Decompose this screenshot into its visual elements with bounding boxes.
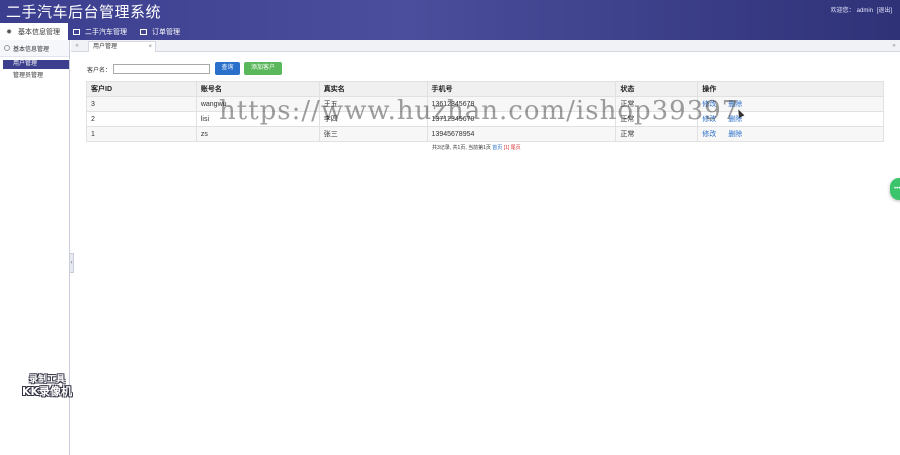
- column-header: 操作: [697, 81, 884, 97]
- cell-realname: 李四: [318, 111, 428, 127]
- gear-icon: ✹: [6, 27, 12, 36]
- circle-icon: [4, 45, 10, 51]
- column-header: 客户ID: [86, 81, 197, 97]
- cell-status: 正常: [615, 111, 699, 127]
- username: admin: [856, 8, 873, 14]
- edit-link[interactable]: 修改: [702, 101, 716, 108]
- logout-link[interactable]: [退出]: [877, 8, 892, 14]
- cell-status: 正常: [615, 96, 699, 112]
- cell-id: 1: [86, 126, 197, 142]
- pagination: 共3记录, 共1页, 当前第1页 首页 [1] 尾页: [432, 144, 521, 151]
- cell-actions: 修改 删除: [697, 111, 884, 127]
- cell-id: 3: [86, 96, 197, 112]
- customer-name-input[interactable]: [113, 64, 210, 74]
- welcome-text: 欢迎您：: [830, 8, 855, 14]
- cell-realname: 张三: [318, 126, 428, 142]
- table-header-row: 客户ID 账号名 真实名 手机号 状态 操作: [86, 81, 884, 97]
- nav-tab-cars[interactable]: 二手汽车管理: [68, 23, 135, 40]
- cell-account: zs: [195, 126, 320, 142]
- main-nav: ✹ 基本信息管理 二手汽车管理 订单管理: [0, 23, 188, 40]
- current-page[interactable]: [1]: [504, 145, 510, 151]
- scroll-left-icon[interactable]: «: [73, 42, 81, 50]
- edit-link[interactable]: 修改: [702, 116, 716, 123]
- cell-phone: 13612345678: [426, 96, 617, 112]
- sidebar-title: 基本信息管理: [13, 46, 50, 53]
- scroll-right-icon[interactable]: »: [890, 42, 898, 50]
- sidebar-item-admins[interactable]: 管理员管理: [3, 72, 69, 81]
- cell-phone: 13712345670: [426, 111, 617, 127]
- list-icon: [73, 28, 80, 35]
- delete-link[interactable]: 删除: [728, 131, 742, 138]
- tab-user-management[interactable]: 用户管理 ×: [88, 41, 156, 52]
- nav-tab-orders[interactable]: 订单管理: [135, 23, 188, 40]
- cell-status: 正常: [615, 126, 699, 142]
- column-header: 状态: [615, 81, 699, 97]
- cell-account: wangwu: [195, 96, 320, 112]
- content-tab-strip: « 用户管理 × »: [71, 40, 900, 52]
- last-page-link[interactable]: 尾页: [511, 145, 521, 151]
- cell-id: 2: [86, 111, 197, 127]
- customer-table: 客户ID 账号名 真实名 手机号 状态 操作 3 wangwu 王五 13612…: [86, 81, 884, 142]
- cell-realname: 王五: [318, 96, 428, 112]
- nav-tab-basic-info[interactable]: ✹ 基本信息管理: [0, 23, 68, 40]
- cell-actions: 修改 删除: [697, 126, 884, 142]
- sidebar-header[interactable]: 基本信息管理: [0, 40, 69, 57]
- top-header: 二手汽车后台管理系统 欢迎您： admin [退出] ✹ 基本信息管理 二手汽车管…: [0, 0, 900, 40]
- list-icon: [140, 28, 147, 35]
- app-title: 二手汽车后台管理系统: [6, 3, 162, 21]
- table-row: 2 lisi 李四 13712345670 正常 修改 删除: [86, 111, 884, 127]
- table-row: 1 zs 张三 13945678954 正常 修改 删除: [86, 126, 884, 142]
- pagination-summary: 共3记录, 共1页, 当前第1页: [432, 145, 491, 151]
- close-icon[interactable]: ×: [148, 42, 152, 52]
- delete-link[interactable]: 删除: [728, 101, 742, 108]
- nav-tab-label: 基本信息管理: [18, 27, 60, 36]
- admin-app: 二手汽车后台管理系统 欢迎您： admin [退出] ✹ 基本信息管理 二手汽车管…: [0, 0, 900, 455]
- add-customer-button[interactable]: 添加客户: [244, 62, 282, 75]
- cell-phone: 13945678954: [426, 126, 617, 142]
- edit-link[interactable]: 修改: [702, 131, 716, 138]
- collapse-left-icon[interactable]: ‹: [69, 253, 74, 273]
- table-row: 3 wangwu 王五 13612345678 正常 修改 删除: [86, 96, 884, 112]
- tab-label: 用户管理: [93, 44, 118, 50]
- nav-tab-label: 订单管理: [152, 27, 180, 36]
- cell-account: lisi: [195, 111, 320, 127]
- sidebar: 基本信息管理 用户管理 管理员管理: [0, 40, 70, 455]
- first-page-link[interactable]: 首页: [492, 145, 502, 151]
- search-button[interactable]: 查询: [215, 62, 240, 75]
- floating-chat-button[interactable]: •••: [890, 178, 900, 200]
- column-header: 账号名: [195, 81, 320, 97]
- cell-actions: 修改 删除: [697, 96, 884, 112]
- column-header: 手机号: [426, 81, 617, 97]
- sidebar-item-users[interactable]: 用户管理: [3, 60, 69, 69]
- user-area: 欢迎您： admin [退出]: [829, 5, 892, 14]
- nav-tab-label: 二手汽车管理: [85, 27, 127, 36]
- column-header: 真实名: [318, 81, 428, 97]
- customer-name-label: 客户名：: [87, 68, 112, 74]
